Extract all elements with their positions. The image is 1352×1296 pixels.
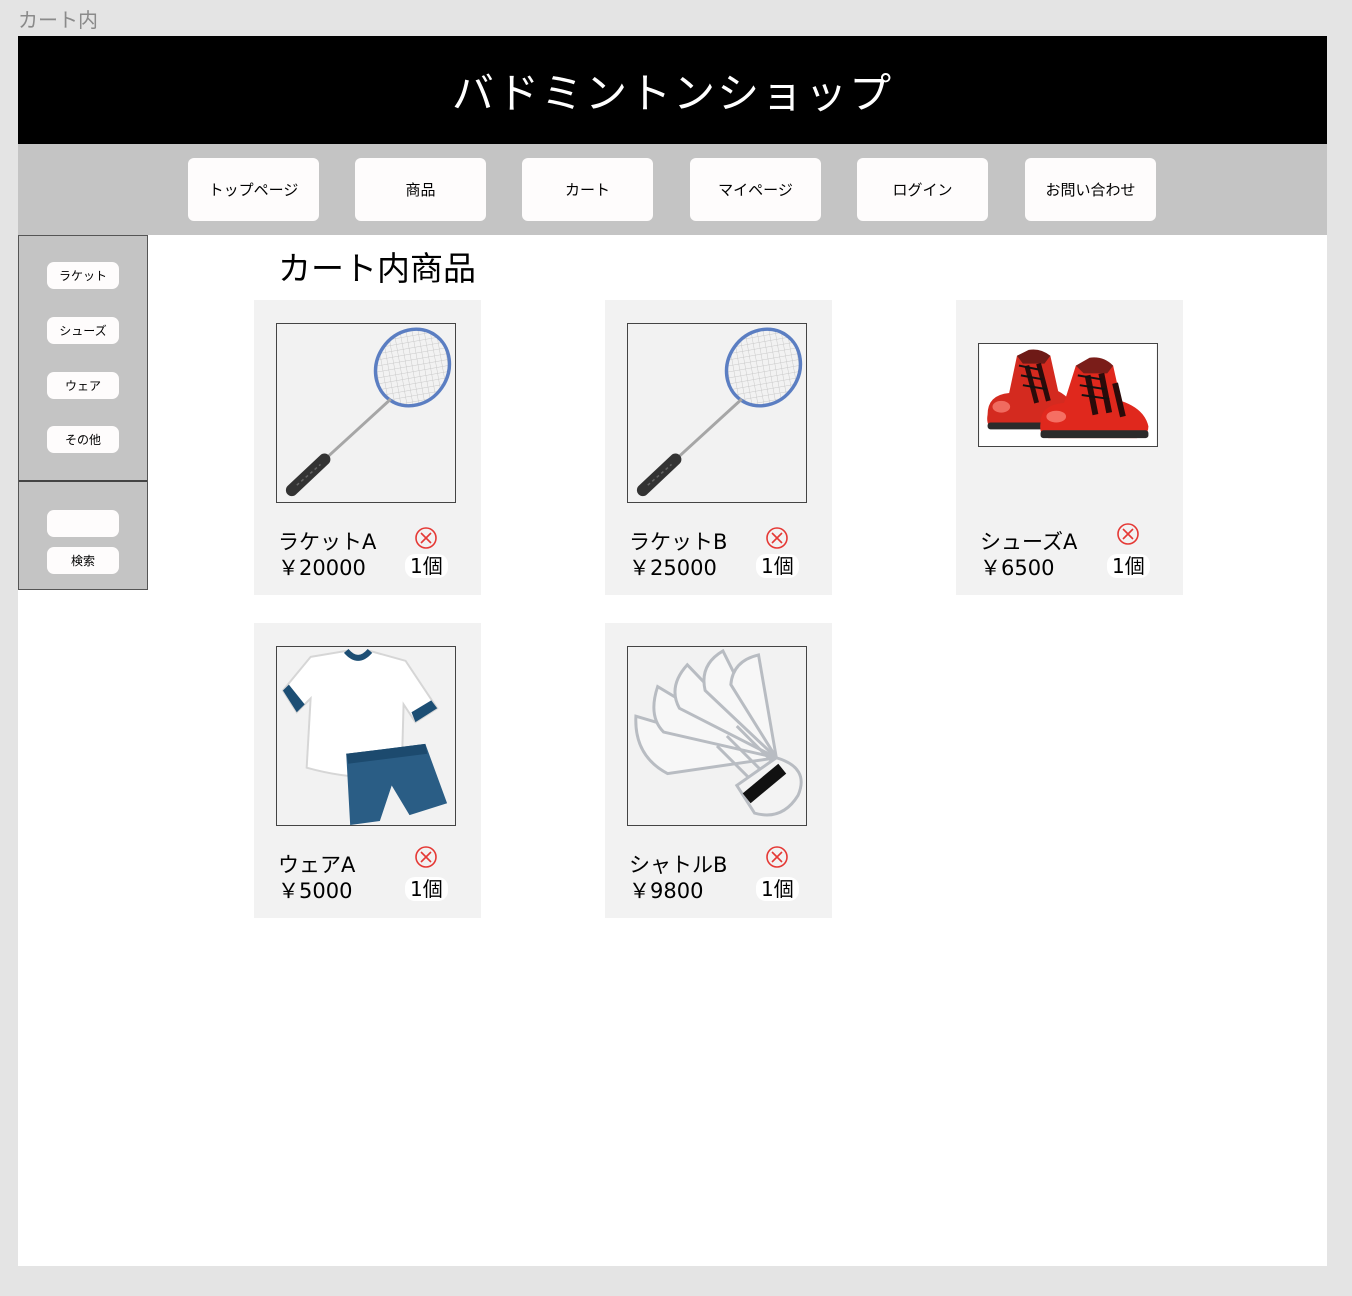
quantity-badge[interactable]: 1個 (756, 554, 799, 578)
remove-icon[interactable] (765, 526, 789, 550)
quantity-badge[interactable]: 1個 (756, 877, 799, 901)
search-button[interactable]: 検索 (47, 547, 119, 574)
product-price: ￥20000 (278, 556, 366, 580)
nav-top-page-button[interactable]: トップページ (188, 158, 319, 221)
site-header: バドミントンショップ (18, 36, 1327, 144)
wear-image (276, 646, 456, 826)
cart-item-card: シャトルB ￥9800 1個 (605, 623, 832, 918)
shoes-image (978, 343, 1158, 447)
product-price: ￥9800 (629, 879, 704, 903)
page-title: カート内商品 (278, 249, 476, 288)
remove-icon[interactable] (1116, 522, 1140, 546)
nav-mypage-button[interactable]: マイページ (690, 158, 821, 221)
product-price: ￥5000 (278, 879, 353, 903)
remove-icon[interactable] (414, 526, 438, 550)
nav-contact-button[interactable]: お問い合わせ (1025, 158, 1156, 221)
nav-cart-button[interactable]: カート (522, 158, 653, 221)
product-price: ￥25000 (629, 556, 717, 580)
racket-image (276, 323, 456, 503)
page-canvas: バドミントンショップ トップページ 商品 カート マイページ ログイン お問い合… (18, 36, 1327, 1266)
category-panel: ラケット シューズ ウェア その他 (19, 236, 147, 482)
cart-item-card: ラケットA ￥20000 1個 (254, 300, 481, 595)
product-price: ￥6500 (980, 556, 1055, 580)
racket-image (627, 323, 807, 503)
shuttlecock-image (627, 646, 807, 826)
remove-icon[interactable] (414, 845, 438, 869)
nav-bar: トップページ 商品 カート マイページ ログイン お問い合わせ (18, 144, 1327, 235)
sidebar: ラケット シューズ ウェア その他 検索 (18, 235, 148, 590)
cart-item-card: シューズA ￥6500 1個 (956, 300, 1183, 595)
category-wear-button[interactable]: ウェア (47, 372, 119, 399)
nav-login-button[interactable]: ログイン (857, 158, 988, 221)
quantity-badge[interactable]: 1個 (405, 877, 448, 901)
remove-icon[interactable] (765, 845, 789, 869)
quantity-badge[interactable]: 1個 (405, 554, 448, 578)
nav-products-button[interactable]: 商品 (355, 158, 486, 221)
category-shoes-button[interactable]: シューズ (47, 317, 119, 344)
quantity-badge[interactable]: 1個 (1107, 554, 1150, 578)
category-racket-button[interactable]: ラケット (47, 262, 119, 289)
frame-label: カート内 (18, 8, 98, 32)
site-title: バドミントンショップ (451, 68, 894, 118)
search-input[interactable] (47, 510, 119, 537)
cart-item-card: ウェアA ￥5000 1個 (254, 623, 481, 918)
search-panel: 検索 (19, 482, 147, 589)
category-other-button[interactable]: その他 (47, 426, 119, 453)
cart-item-card: ラケットB ￥25000 1個 (605, 300, 832, 595)
